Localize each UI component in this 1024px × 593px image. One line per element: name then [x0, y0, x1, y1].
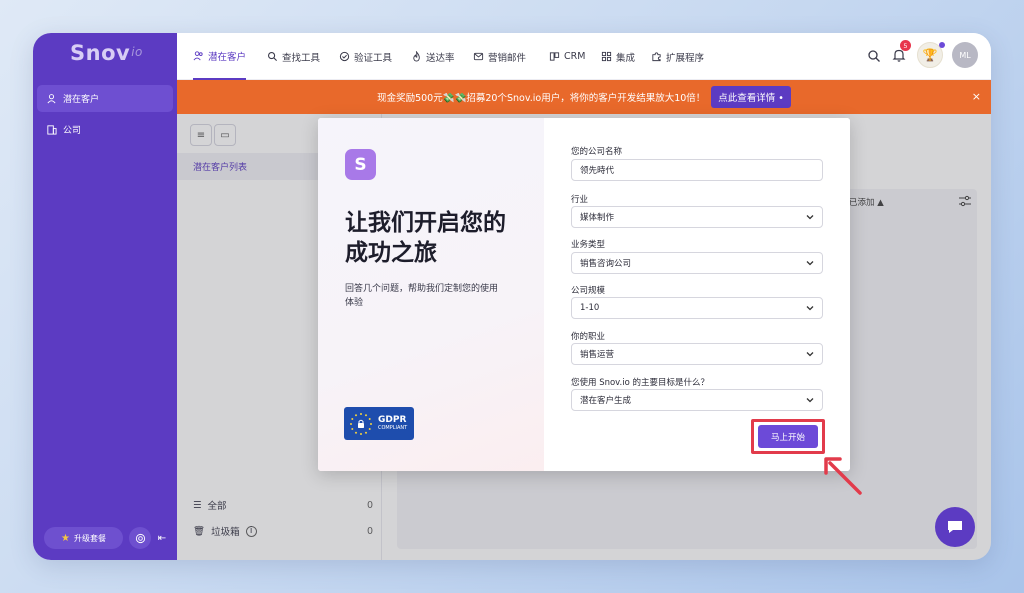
- business-type-select[interactable]: 销售咨询公司: [571, 252, 823, 274]
- nav-crm[interactable]: CRM: [549, 33, 585, 80]
- nav-finder[interactable]: 查找工具: [267, 33, 320, 80]
- company-size-select[interactable]: 1-10: [571, 297, 823, 319]
- banner-text: 现金奖励500元💸💸招募20个Snov.io用户，将你的客户开发结果放大10倍！: [377, 93, 706, 104]
- job-role-select[interactable]: 销售运营: [571, 343, 823, 365]
- people-icon: [193, 51, 203, 61]
- job-role-label: 你的职业: [571, 332, 606, 342]
- chevron-down-icon: [806, 215, 814, 220]
- puzzle-icon: [652, 52, 661, 62]
- promo-banner: 现金奖励500元💸💸招募20个Snov.io用户，将你的客户开发结果放大10倍！…: [177, 80, 991, 114]
- mail-icon: [473, 52, 484, 61]
- chat-bubble-icon: [948, 521, 962, 533]
- grid-icon: [601, 51, 612, 62]
- collapse-sidebar-icon[interactable]: ⇤: [155, 531, 169, 545]
- top-navigation: 潜在客户 查找工具 验证工具 送达率 营销邮件 CRM 集成 扩展程序 5 🏆 …: [177, 33, 991, 80]
- start-button[interactable]: 马上开始: [758, 425, 818, 448]
- chevron-down-icon: [806, 398, 814, 403]
- chat-widget-button[interactable]: [935, 507, 975, 547]
- modal-subtitle: 回答几个问题，帮助我们定制您的使用体验: [345, 284, 499, 308]
- chevron-down-icon: [806, 261, 814, 266]
- banner-details-link[interactable]: 点此查看详情 •: [711, 86, 791, 108]
- main-goal-label: 您使用 Snov.io 的主要目标是什么？: [571, 378, 710, 388]
- sidebar-item-leads[interactable]: 潜在客户: [37, 85, 173, 112]
- upgrade-button[interactable]: ★ 升级套餐: [44, 527, 123, 549]
- sidebar-item-label: 潜在客户: [63, 95, 100, 105]
- nav-verifier[interactable]: 验证工具: [339, 33, 392, 80]
- lifebuoy-icon: [135, 533, 145, 543]
- star-icon: ★: [61, 532, 70, 544]
- search-icon[interactable]: [867, 49, 881, 63]
- nav-deliverability[interactable]: 送达率: [411, 33, 455, 80]
- building-icon: [47, 125, 57, 135]
- nav-leads[interactable]: 潜在客户: [193, 33, 247, 80]
- gdpr-badge: GDPR COMPLIANT: [344, 407, 414, 440]
- eu-stars-lock-icon: [350, 412, 372, 435]
- sidebar-item-label: 公司: [63, 126, 82, 136]
- logo[interactable]: Snovio: [70, 41, 143, 65]
- modal-title: 让我们开启您的成功之旅: [345, 210, 506, 266]
- company-size-label: 公司规模: [571, 286, 606, 296]
- company-name-label: 您的公司名称: [571, 147, 623, 157]
- industry-label: 行业: [571, 195, 589, 205]
- flame-icon: [413, 51, 420, 62]
- person-icon: [47, 94, 56, 104]
- status-dot: [939, 42, 945, 48]
- main-goal-select[interactable]: 潜在客户生成: [571, 389, 823, 411]
- nav-integrations[interactable]: 集成: [601, 33, 635, 80]
- avatar[interactable]: ML: [952, 42, 978, 68]
- crm-icon: [549, 52, 560, 61]
- chevron-down-icon: [806, 306, 814, 311]
- nav-extensions[interactable]: 扩展程序: [651, 33, 704, 80]
- business-type-label: 业务类型: [571, 240, 606, 250]
- check-circle-icon: [339, 51, 350, 62]
- close-icon[interactable]: ×: [972, 90, 981, 103]
- brand-logo-icon: S: [345, 149, 376, 180]
- chevron-down-icon: [806, 352, 814, 357]
- pointer-arrow-icon: [824, 457, 862, 495]
- industry-select[interactable]: 媒体制作: [571, 206, 823, 228]
- nav-campaigns[interactable]: 营销邮件: [473, 33, 526, 80]
- sidebar-item-companies[interactable]: 公司: [37, 116, 173, 143]
- company-name-input[interactable]: 领先時代: [571, 159, 823, 181]
- notification-badge: 5: [900, 40, 911, 51]
- modal-intro-panel: S 让我们开启您的成功之旅 回答几个问题，帮助我们定制您的使用体验 GDPR C…: [318, 118, 544, 471]
- help-button[interactable]: [129, 527, 151, 549]
- search-icon: [268, 52, 278, 62]
- sidebar: Snovio 潜在客户 公司 ★ 升级套餐 ⇤: [33, 33, 177, 560]
